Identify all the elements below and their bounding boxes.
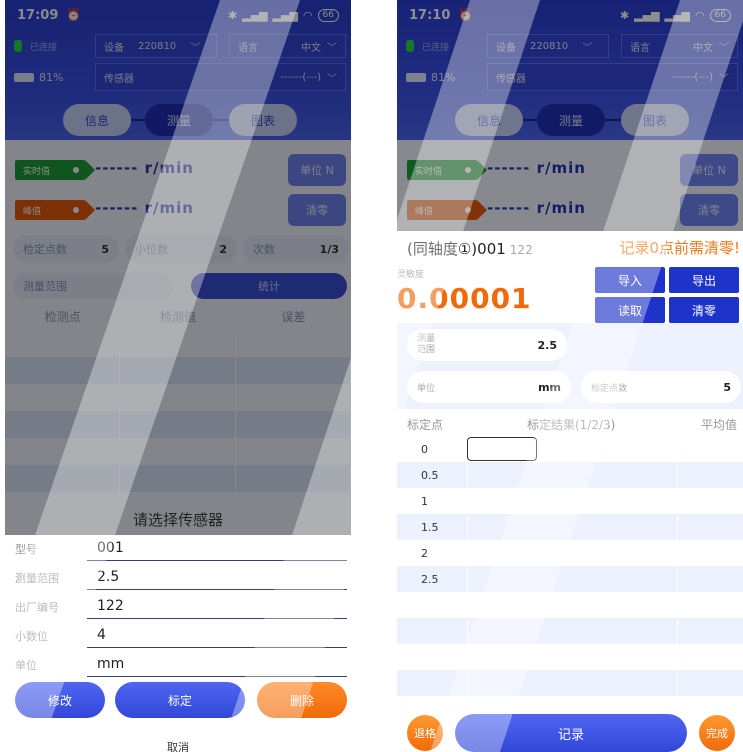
col-divider: [467, 488, 468, 514]
points-label: 标定点数: [591, 383, 628, 394]
sensor-name: (同轴度①)001: [407, 240, 506, 258]
export-button[interactable]: 导出: [669, 267, 739, 293]
action-bar: 退格 记录 完成: [397, 713, 743, 752]
field-label: 型号: [15, 543, 37, 556]
col-divider: [677, 436, 678, 462]
table-row: [397, 592, 743, 618]
col-average: 平均值: [700, 418, 737, 432]
table-row: 0: [397, 436, 743, 462]
col-divider: [677, 488, 678, 514]
range-chip[interactable]: 测量范围 2.5: [407, 329, 567, 361]
unit-value: mm: [538, 380, 561, 394]
table-row: 1: [397, 488, 743, 514]
table-row: 2: [397, 540, 743, 566]
table-row: 1.5: [397, 514, 743, 540]
model-field[interactable]: 型号 001: [15, 537, 347, 561]
col-divider: [677, 644, 678, 670]
calib-point: 1: [421, 494, 428, 508]
col-divider: [467, 644, 468, 670]
field-label: 小数位: [15, 630, 48, 643]
field-label: 测量范围: [15, 572, 59, 585]
points-chip[interactable]: 标定点数 5: [581, 371, 741, 403]
right-phone-screen: 17:10 ⏰ ✱ ▂▄▆ ▂▄▆ ◠ 66 已连接 设备 220810 ﹀ 语…: [397, 0, 743, 752]
col-divider: [467, 514, 468, 540]
sensitivity-value: 0.00001: [397, 282, 532, 315]
calibration-table: 0 0.5 1 1.5 2 2.5: [397, 436, 743, 696]
sensor-serial: 122: [509, 243, 533, 257]
calibration-params: 测量范围 2.5 单位 mm 标定点数 5: [397, 323, 743, 409]
col-divider: [677, 566, 678, 592]
col-divider: [467, 566, 468, 592]
col-calib-point: 标定点: [407, 418, 444, 432]
range-input[interactable]: 2.5: [87, 566, 347, 590]
col-divider: [677, 462, 678, 488]
result-input[interactable]: [467, 437, 537, 461]
header-overlay: [397, 0, 743, 231]
col-divider: [677, 592, 678, 618]
table-row: 0.5: [397, 462, 743, 488]
field-label: 出厂编号: [15, 601, 59, 614]
calib-point: 2.5: [421, 572, 439, 586]
col-divider: [467, 670, 468, 696]
decimals-field[interactable]: 小数位 4: [15, 624, 347, 648]
serial-input[interactable]: 122: [87, 595, 347, 619]
left-phone-screen: 17:09 ⏰ ✱ ▂▄▆ ▂▄▆ ◠ 66 已连接 设备 220810 ﹀ 语…: [5, 0, 351, 752]
calibrate-button[interactable]: 标定: [115, 682, 245, 718]
col-divider: [677, 540, 678, 566]
range-value: 2.5: [537, 338, 558, 352]
calib-point: 0: [421, 442, 428, 456]
read-button[interactable]: 读取: [595, 297, 665, 323]
unit-label: 单位: [417, 383, 436, 394]
decimals-input[interactable]: 4: [87, 624, 347, 648]
sensor-picker-sheet: 请选择传感器 型号 001 测量范围 2.5 出厂编号 122 小数位 4 单位…: [5, 495, 351, 752]
points-value: 5: [723, 380, 731, 394]
import-button[interactable]: 导入: [595, 267, 665, 293]
col-calib-result: 标定结果(1/2/3): [527, 418, 616, 432]
done-button[interactable]: 完成: [699, 715, 735, 751]
cancel-button[interactable]: 取消: [5, 739, 351, 752]
sensitivity-label: 灵敏度: [397, 270, 425, 280]
field-label: 单位: [15, 659, 37, 672]
table-row: 2.5: [397, 566, 743, 592]
table-row: [397, 644, 743, 670]
record-button[interactable]: 记录: [455, 714, 687, 752]
col-divider: [467, 592, 468, 618]
calibration-panel: (同轴度①)001 122 记录0点前需清零! 灵敏度 0.00001 导入 导出…: [397, 231, 743, 752]
unit-chip[interactable]: 单位 mm: [407, 371, 571, 403]
delete-button[interactable]: 删除: [257, 682, 347, 718]
table-row: [397, 670, 743, 696]
calib-point: 1.5: [421, 520, 439, 534]
col-divider: [467, 462, 468, 488]
unit-field[interactable]: 单位 mm: [15, 653, 347, 677]
table-row: [397, 618, 743, 644]
sheet-title: 请选择传感器: [132, 511, 223, 529]
edit-button[interactable]: 修改: [15, 682, 105, 718]
backspace-button[interactable]: 退格: [407, 715, 443, 751]
model-input[interactable]: 001: [87, 537, 347, 561]
unit-input[interactable]: mm: [87, 653, 347, 677]
sheet-card: 型号 001 测量范围 2.5 出厂编号 122 小数位 4 单位 mm: [5, 535, 351, 752]
range-field-input[interactable]: 测量范围 2.5: [15, 566, 347, 590]
range-label: 测量范围: [417, 334, 436, 355]
calibration-title: (同轴度①)001 122: [407, 238, 533, 259]
zero-calib-button[interactable]: 清零: [669, 297, 739, 323]
serial-field[interactable]: 出厂编号 122: [15, 595, 347, 619]
col-divider: [467, 540, 468, 566]
col-divider: [467, 618, 468, 644]
calib-point: 2: [421, 546, 428, 560]
col-divider: [677, 618, 678, 644]
col-divider: [677, 514, 678, 540]
col-divider: [677, 670, 678, 696]
zero-warning: 记录0点前需清零!: [619, 239, 740, 257]
calib-point: 0.5: [421, 468, 439, 482]
